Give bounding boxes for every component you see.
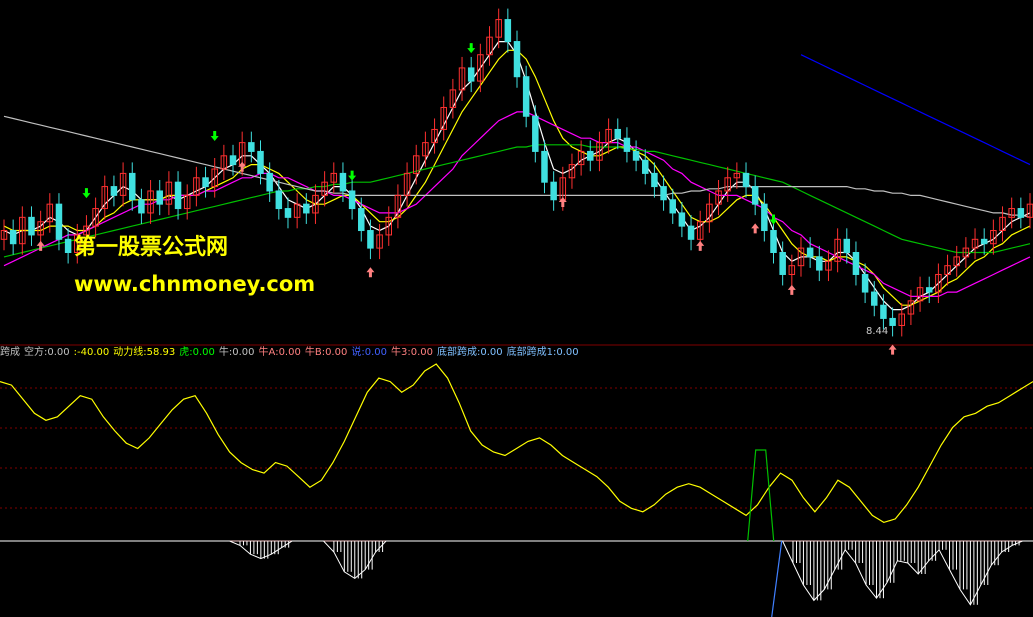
candle-body xyxy=(532,115,539,152)
indicator-label: 底部跨成1:0.00 xyxy=(506,347,579,358)
candle-body xyxy=(513,41,521,78)
indicator-label: 牛3:0.00 xyxy=(390,347,433,358)
candle-body xyxy=(642,159,649,174)
candle-body xyxy=(852,252,860,275)
candle-body xyxy=(614,128,622,139)
candle-body xyxy=(880,304,887,319)
buy-arrow-icon xyxy=(366,267,375,278)
candle-body xyxy=(632,150,640,161)
candle-body xyxy=(348,190,356,210)
candle-body xyxy=(504,19,512,43)
candle-body xyxy=(64,238,72,254)
buy-arrow-icon xyxy=(787,284,796,295)
sell-arrow-icon xyxy=(210,131,219,142)
candle-body xyxy=(816,256,823,271)
candle-body xyxy=(522,76,530,117)
candle-body xyxy=(467,67,475,82)
candle-body xyxy=(110,186,118,196)
candle-body xyxy=(687,225,695,240)
candle-body xyxy=(651,172,658,188)
ma-line xyxy=(800,54,1031,166)
candle-body xyxy=(266,172,273,192)
indicator-label: 牛B:0.00 xyxy=(304,347,348,358)
signal-arrows xyxy=(36,43,897,355)
indicator-label: 虎:0.00 xyxy=(179,347,215,358)
ma-line xyxy=(3,49,1031,306)
histogram-outline xyxy=(0,540,1033,606)
watermark-title: 第一股票公式网 xyxy=(74,235,229,260)
candle-body xyxy=(367,230,374,249)
indicator-label: 空方:0.00 xyxy=(24,347,70,358)
candle-body xyxy=(202,177,209,188)
indicator-label: 说:0.00 xyxy=(351,347,387,358)
candle-body xyxy=(284,208,292,218)
buy-arrow-icon xyxy=(696,240,705,251)
candle-body xyxy=(156,190,163,205)
indicator-label: :-40.00 xyxy=(73,347,110,358)
price-low-label: 8.44 xyxy=(866,326,889,337)
candle-body xyxy=(871,291,878,306)
candle-body xyxy=(587,150,594,161)
candle-body xyxy=(843,238,851,254)
sell-arrow-icon xyxy=(82,188,91,199)
candle-body xyxy=(761,203,768,232)
candle-body xyxy=(925,287,933,293)
candle-body xyxy=(669,199,676,214)
candle-body xyxy=(980,238,988,245)
candle-body xyxy=(257,150,264,174)
candle-body xyxy=(541,150,548,183)
candle-body xyxy=(229,155,237,166)
buy-arrow-icon xyxy=(751,223,760,234)
candle-body xyxy=(275,190,283,210)
candle-body xyxy=(303,203,310,214)
blue-signal-line xyxy=(771,540,783,617)
candle-body xyxy=(889,317,896,326)
candle-body xyxy=(248,142,255,152)
candle-body xyxy=(358,208,365,232)
candle-body xyxy=(861,273,869,293)
candle-body xyxy=(806,247,814,258)
candle-body xyxy=(742,172,750,188)
candle-body xyxy=(779,252,786,275)
indicator-label: 跨成 xyxy=(0,347,20,358)
sell-arrow-icon xyxy=(467,43,476,54)
indicator-label: 动力线:58.93 xyxy=(113,347,176,358)
candle-body xyxy=(751,186,759,205)
stock-chart xyxy=(0,8,1033,617)
buy-arrow-icon xyxy=(888,344,897,355)
histogram-panel xyxy=(0,449,1033,617)
candle-body xyxy=(550,181,557,201)
indicator-label: 牛A:0.00 xyxy=(258,347,301,358)
candle-body xyxy=(174,181,182,210)
candle-body xyxy=(660,186,667,201)
candle-body xyxy=(678,212,686,227)
candle-body xyxy=(55,203,63,240)
sell-arrow-icon xyxy=(348,170,357,181)
candle-body xyxy=(138,199,145,214)
grid-lines xyxy=(0,344,1033,542)
watermark-url: www.chnmoney.com xyxy=(74,272,316,296)
candle-body xyxy=(129,172,136,201)
bottom-signal-line xyxy=(747,449,775,542)
candle-body xyxy=(623,137,631,152)
indicator-label: 牛:0.00 xyxy=(218,347,255,358)
candle-body xyxy=(9,230,17,245)
candle-body xyxy=(1017,208,1025,218)
candle-body xyxy=(770,230,777,254)
indicator-legend: 跨成 空方:0.00:-40.00 动力线:58.93 虎:0.00 牛:0.00 牛A:… xyxy=(0,346,583,360)
candle-body xyxy=(28,216,35,236)
indicator-label: 底部跨成:0.00 xyxy=(436,347,503,358)
candle-body xyxy=(339,172,347,192)
